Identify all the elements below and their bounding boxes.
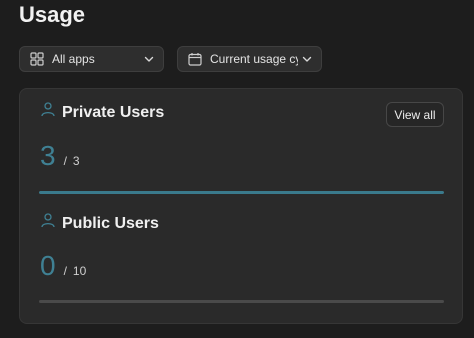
public-users-title: Public Users (62, 215, 159, 232)
public-users-used: 0 (40, 250, 56, 281)
private-users-progress-bar (39, 191, 444, 194)
usage-cycle-filter-dropdown[interactable]: Current usage cyc (177, 46, 322, 72)
page-title: Usage (19, 2, 86, 27)
grid-icon (30, 52, 44, 66)
private-users-used: 3 (40, 140, 56, 171)
private-users-total: 3 (72, 154, 80, 168)
private-users-progress-fill (39, 191, 444, 194)
private-users-count: 3 / 3 (40, 141, 80, 171)
private-users-title: Private Users (62, 104, 165, 121)
count-separator: / (63, 264, 67, 278)
view-all-button[interactable]: View all (386, 102, 444, 127)
private-users-heading: Private Users (40, 101, 165, 122)
count-separator: / (63, 154, 67, 168)
public-users-count: 0 / 10 (40, 251, 86, 281)
user-icon (40, 212, 56, 228)
usage-cycle-filter-label: Current usage cyc (210, 52, 298, 66)
calendar-icon (188, 52, 202, 66)
chevron-down-icon (302, 54, 312, 64)
apps-filter-dropdown[interactable]: All apps (19, 46, 164, 72)
public-users-progress-bar (39, 300, 444, 303)
usage-card: Private Users View all 3 / 3 Public User… (19, 88, 463, 324)
user-icon (40, 101, 56, 117)
apps-filter-label: All apps (52, 52, 95, 66)
public-users-heading: Public Users (40, 212, 159, 233)
public-users-total: 10 (72, 264, 87, 278)
chevron-down-icon (144, 54, 154, 64)
